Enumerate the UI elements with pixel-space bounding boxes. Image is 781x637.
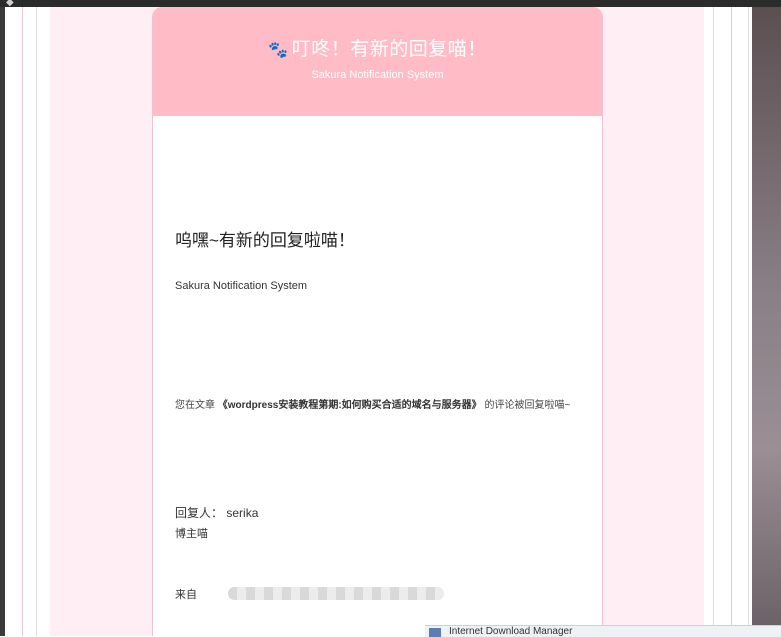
article-line: 您在文章 《wordpress安装教程第期:如何购买合适的域名与服务器》 的评论… <box>175 396 570 411</box>
paw-icon: 🐾 <box>268 42 289 59</box>
page-guide-line <box>713 7 714 636</box>
reply-content: 博主喵 <box>175 528 208 540</box>
page-guide-line <box>731 7 732 636</box>
article-suffix: 的评论被回复啦喵~ <box>484 400 571 411</box>
taskbar-item[interactable]: Internet Download Manager <box>425 625 781 637</box>
card-subtitle: Sakura Notification System <box>311 69 444 81</box>
top-window-bar: ◆ <box>0 0 781 8</box>
redacted-source-bar <box>228 587 444 600</box>
card-title: 🐾 叮咚！有新的回复喵！ <box>153 7 602 61</box>
page-guide-line <box>748 7 749 636</box>
replier-name: serika <box>226 506 259 520</box>
page-guide-line <box>36 7 37 636</box>
window-app-icon: ◆ <box>6 0 14 8</box>
page-guide-line <box>22 7 23 636</box>
article-link[interactable]: 《wordpress安装教程第期:如何购买合适的域名与服务器》 <box>218 400 482 411</box>
notification-card: 🐾 叮咚！有新的回复喵！ Sakura Notification System 呜… <box>152 7 603 636</box>
from-label: 来自 <box>175 589 197 601</box>
system-name: Sakura Notification System <box>175 280 308 292</box>
card-header: 🐾 叮咚！有新的回复喵！ Sakura Notification System <box>153 7 602 116</box>
right-window-edge <box>752 7 781 636</box>
card-title-text: 叮咚！有新的回复喵！ <box>291 39 487 60</box>
left-window-edge <box>0 7 5 636</box>
taskbar-item-label: Internet Download Manager <box>449 626 573 637</box>
article-prefix: 您在文章 <box>175 400 215 411</box>
message-heading: 呜嘿~有新的回复啦喵！ <box>175 231 355 250</box>
replier-line: 回复人： serika <box>175 504 258 521</box>
replier-label: 回复人： <box>175 506 224 520</box>
